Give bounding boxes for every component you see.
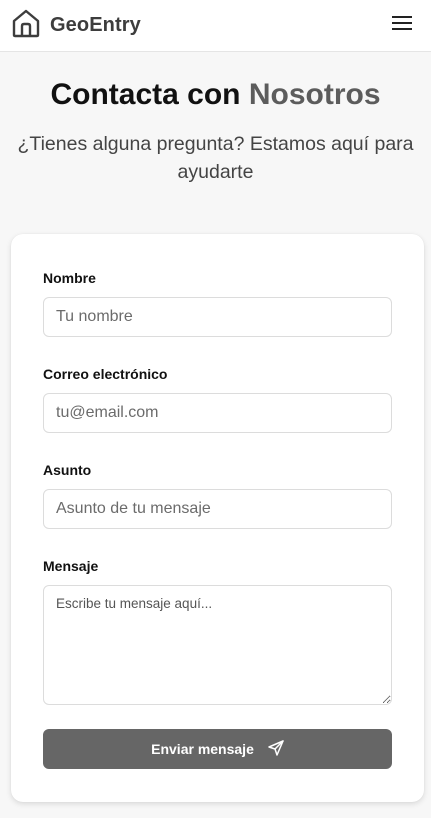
contact-form: Nombre Correo electrónico Asunto Mensaje… — [11, 234, 424, 802]
subject-field[interactable] — [43, 489, 392, 529]
page-subtitle: ¿Tienes alguna pregunta? Estamos aquí pa… — [17, 133, 414, 183]
page-title-main: Contacta con — [50, 78, 241, 111]
message-field[interactable] — [43, 585, 392, 705]
name-field[interactable] — [43, 297, 392, 337]
send-button-label: Enviar mensaje — [151, 741, 254, 757]
brand-link[interactable]: GeoEntry — [11, 8, 141, 43]
subject-label: Asunto — [43, 462, 92, 478]
page-title: Contacta con Nosotros — [0, 78, 431, 112]
house-icon — [11, 8, 41, 43]
hamburger-menu-icon — [392, 15, 412, 36]
page-title-accent: Nosotros — [248, 78, 381, 111]
send-message-button[interactable]: Enviar mensaje — [43, 729, 392, 769]
name-label: Nombre — [43, 270, 96, 286]
brand-name: GeoEntry — [50, 14, 141, 36]
email-label: Correo electrónico — [43, 366, 168, 382]
top-navbar: GeoEntry — [0, 0, 431, 52]
email-field[interactable] — [43, 393, 392, 433]
send-icon — [268, 739, 284, 759]
message-label: Mensaje — [43, 558, 99, 574]
menu-button[interactable] — [389, 13, 415, 39]
